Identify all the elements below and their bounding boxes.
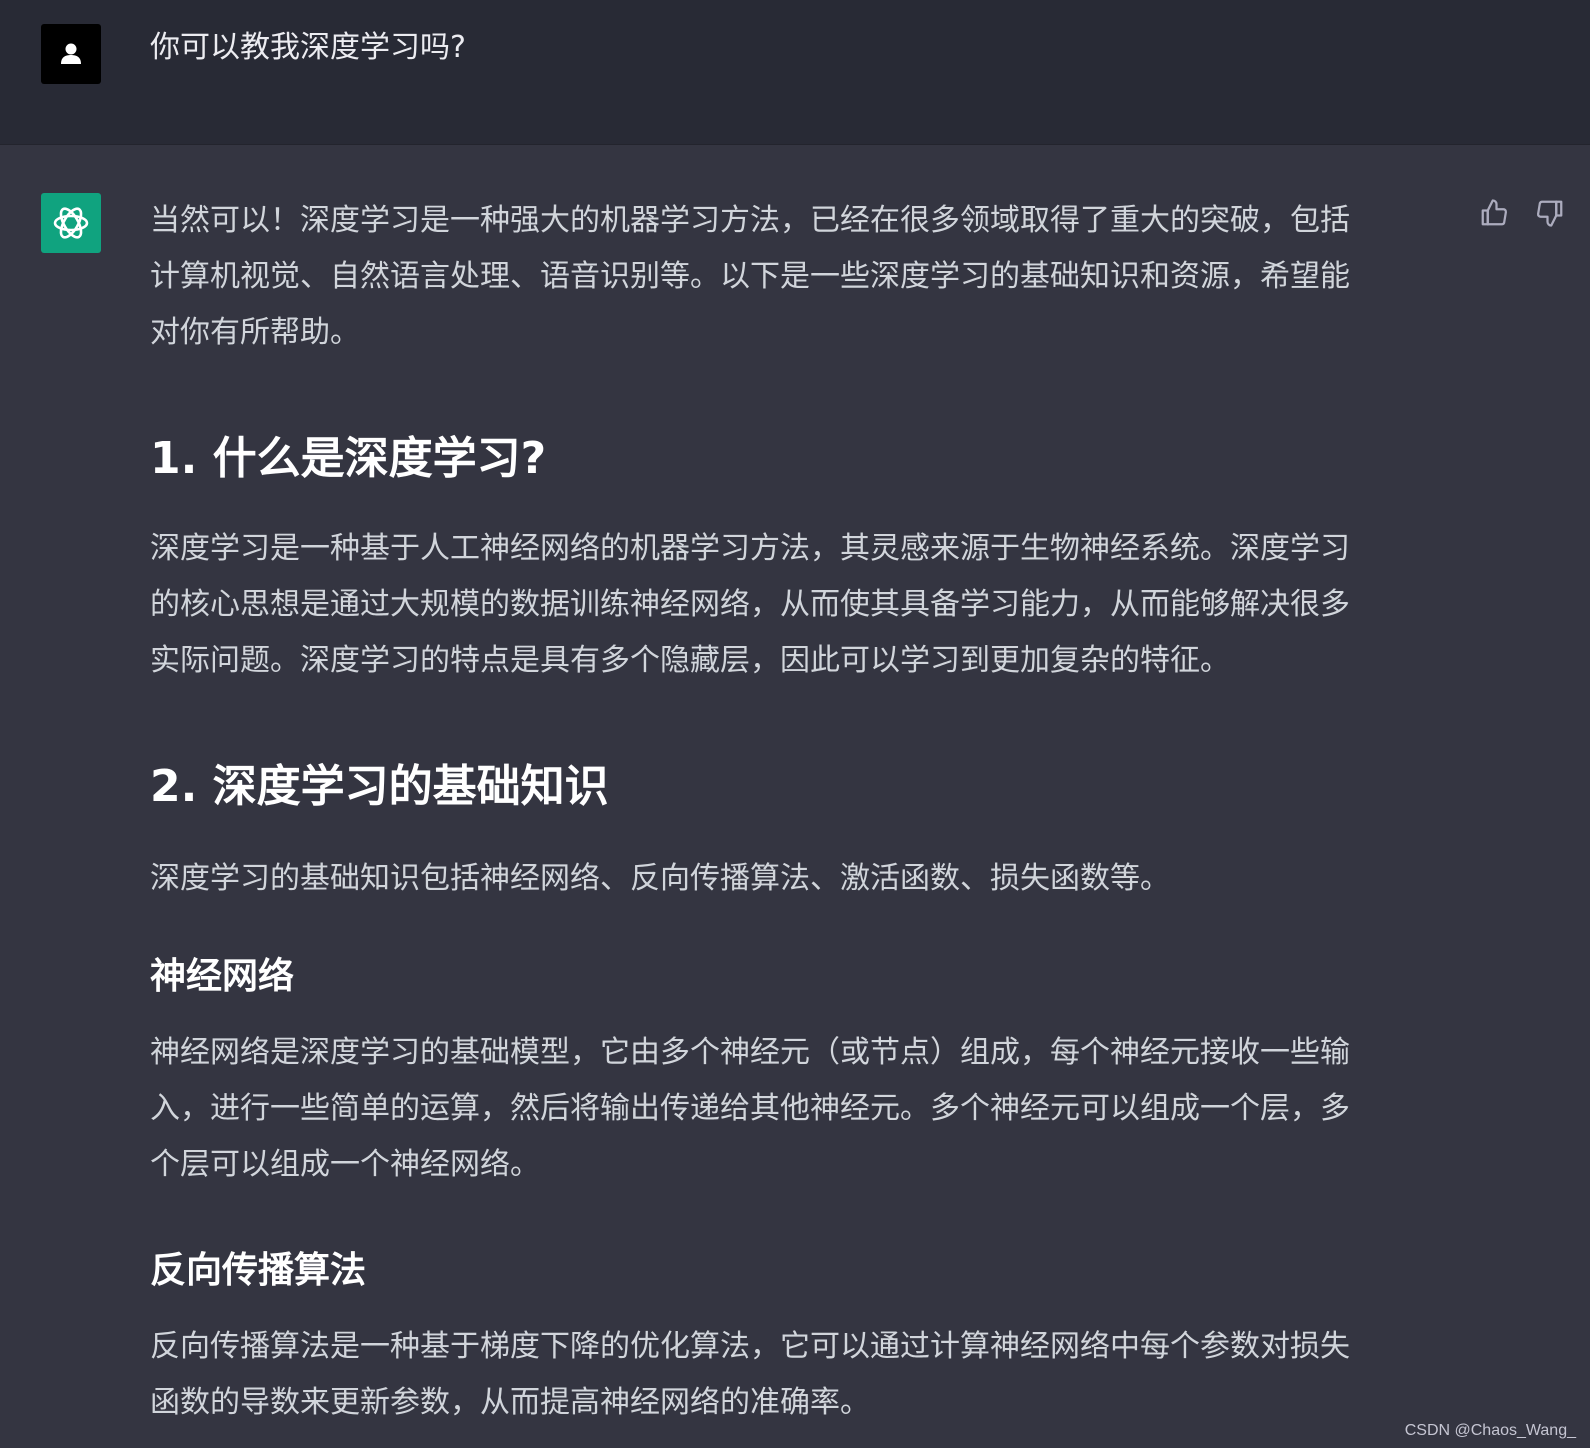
subsection-heading: 反向传播算法	[150, 1250, 367, 1291]
thumbs-down-button[interactable]	[1534, 197, 1566, 229]
paragraph-line: 入，进行一些简单的运算，然后将输出传递给其他神经元。多个神经元可以组成一个层，多	[150, 1091, 1350, 1126]
section-paragraph: 深度学习是一种基于人工神经网络的机器学习方法，其灵感来源于生物神经系统。深度学习…	[150, 521, 1434, 689]
paragraph-line: 深度学习是一种基于人工神经网络的机器学习方法，其灵感来源于生物神经系统。深度学习	[150, 531, 1350, 566]
section-heading: 1. 什么是深度学习?	[150, 433, 547, 484]
subsection-paragraph: 神经网络是深度学习的基础模型，它由多个神经元（或节点）组成，每个神经元接收一些输…	[150, 1025, 1434, 1193]
intro-line: 对你有所帮助。	[150, 315, 360, 350]
subsection-paragraph: 反向传播算法是一种基于梯度下降的优化算法，它可以通过计算神经网络中每个参数对损失…	[150, 1319, 1434, 1431]
thumbs-up-button[interactable]	[1478, 197, 1510, 229]
user-message-row: 你可以教我深度学习吗?	[0, 0, 1590, 145]
paragraph-line: 反向传播算法是一种基于梯度下降的优化算法，它可以通过计算神经网络中每个参数对损失	[150, 1329, 1350, 1364]
intro-line: 当然可以！深度学习是一种强大的机器学习方法，已经在很多领域取得了重大的突破，包括	[150, 203, 1350, 238]
paragraph-line: 实际问题。深度学习的特点是具有多个隐藏层，因此可以学习到更加复杂的特征。	[150, 643, 1230, 678]
openai-logo-icon	[53, 207, 89, 239]
assistant-message-row: 当然可以！深度学习是一种强大的机器学习方法，已经在很多领域取得了重大的突破，包括…	[0, 145, 1590, 1448]
assistant-message-content: 当然可以！深度学习是一种强大的机器学习方法，已经在很多领域取得了重大的突破，包括…	[150, 193, 1434, 1431]
watermark: CSDN @Chaos_Wang_	[1404, 1422, 1576, 1439]
thumbs-down-icon	[1537, 200, 1563, 227]
paragraph-line: 神经网络是深度学习的基础模型，它由多个神经元（或节点）组成，每个神经元接收一些输	[150, 1035, 1350, 1070]
user-avatar	[41, 24, 101, 84]
assistant-avatar	[41, 193, 101, 253]
paragraph-line: 的核心思想是通过大规模的数据训练神经网络，从而使其具备学习能力，从而能够解决很多	[150, 587, 1350, 622]
user-icon	[61, 43, 81, 64]
paragraph-line: 个层可以组成一个神经网络。	[150, 1147, 540, 1182]
thumbs-up-icon	[1481, 199, 1507, 226]
intro-line: 计算机视觉、自然语言处理、语音识别等。以下是一些深度学习的基础知识和资源，希望能	[150, 259, 1350, 294]
intro-paragraph: 当然可以！深度学习是一种强大的机器学习方法，已经在很多领域取得了重大的突破，包括…	[150, 193, 1434, 361]
section-paragraph: 深度学习的基础知识包括神经网络、反向传播算法、激活函数、损失函数等。	[150, 861, 1170, 896]
user-message-text: 你可以教我深度学习吗?	[150, 30, 466, 65]
message-actions	[1478, 197, 1566, 229]
paragraph-line: 函数的导数来更新参数，从而提高神经网络的准确率。	[150, 1385, 870, 1420]
section-heading: 2. 深度学习的基础知识	[150, 761, 609, 812]
subsection-heading: 神经网络	[150, 956, 295, 997]
